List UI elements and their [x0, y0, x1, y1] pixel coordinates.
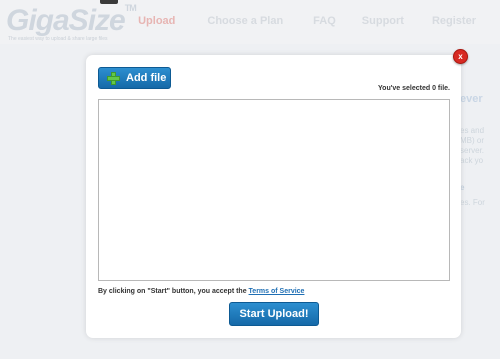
- side-link: e: [460, 183, 465, 192]
- terms-prefix: By clicking on "Start" button, you accep…: [98, 288, 249, 295]
- main-nav: Upload Choose a Plan FAQ Support Registe…: [138, 15, 476, 27]
- side-line: server.: [460, 146, 485, 155]
- nav-upload[interactable]: Upload: [138, 15, 175, 27]
- start-upload-button[interactable]: Start Upload!: [229, 302, 319, 326]
- add-file-button[interactable]: Add file: [98, 67, 171, 89]
- add-file-label: Add file: [126, 72, 167, 84]
- nav-choose-plan[interactable]: Choose a Plan: [207, 15, 283, 27]
- nav-support[interactable]: Support: [362, 15, 404, 27]
- nav-faq[interactable]: FAQ: [313, 15, 336, 27]
- side-line: es and: [460, 126, 485, 135]
- close-icon: x: [458, 52, 463, 61]
- plus-icon: [107, 71, 120, 85]
- logo-text: GigaSize: [6, 4, 126, 37]
- logo-tm: TM: [124, 3, 137, 13]
- nav-register[interactable]: Register: [432, 15, 476, 27]
- selected-count: You've selected 0 file.: [378, 85, 450, 92]
- tagline: The easiest way to upload & share large …: [8, 36, 108, 42]
- gigasize-logo[interactable]: GigaSizeTM: [6, 3, 137, 38]
- file-list-area[interactable]: [98, 99, 450, 281]
- background-side-text: ever es and MB) or server. ack yo e es. …: [460, 93, 500, 208]
- side-heading: ever: [460, 93, 483, 105]
- side-line: MB) or: [460, 136, 484, 145]
- side-line: es. For: [460, 198, 485, 207]
- terms-notice: By clicking on "Start" button, you accep…: [98, 288, 304, 295]
- terms-of-service-link[interactable]: Terms of Service: [249, 288, 305, 295]
- close-button[interactable]: x: [453, 49, 468, 64]
- site-header: GigaSizeTM The easiest way to upload & s…: [0, 0, 500, 44]
- side-line: ack yo: [460, 156, 484, 165]
